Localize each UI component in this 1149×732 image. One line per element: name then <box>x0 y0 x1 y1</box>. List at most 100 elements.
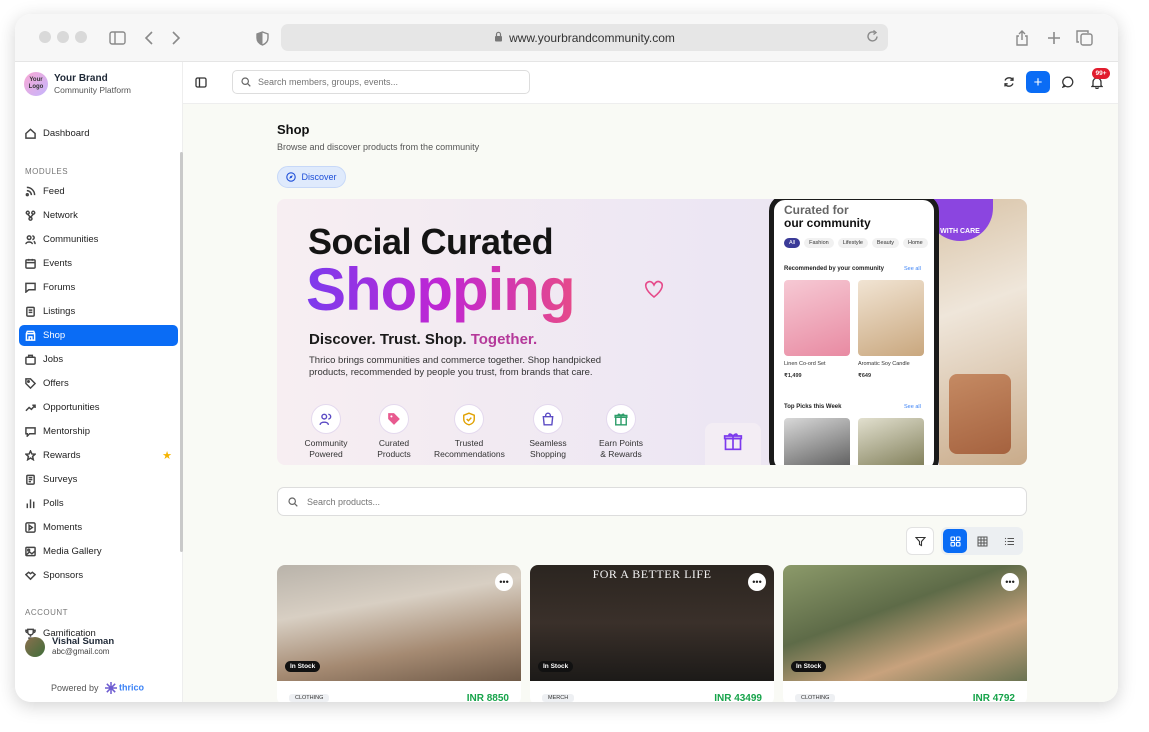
tag-icon <box>25 378 36 389</box>
product-image-caption: FOR A BETTER LIFE <box>592 567 712 581</box>
category-chip: CLOTHING <box>795 694 836 702</box>
list-icon <box>1004 536 1015 547</box>
user-profile[interactable]: Vishal Suman abc@gmail.com <box>25 636 114 657</box>
search-icon <box>288 496 298 507</box>
modules-header: MODULES <box>25 167 69 176</box>
trending-up-icon <box>25 404 36 412</box>
more-options-button[interactable]: ••• <box>748 573 766 591</box>
table-view-button[interactable] <box>970 529 994 553</box>
product-card[interactable]: ••• In Stock CLOTHING INR 8850 <box>277 565 521 702</box>
handshake-icon <box>25 571 36 581</box>
page-subtitle: Browse and discover products from the co… <box>277 142 480 152</box>
privacy-shield-icon[interactable] <box>252 28 272 48</box>
refresh-icon[interactable] <box>1001 74 1017 90</box>
tag-icon <box>379 404 409 434</box>
feature-trusted-recommendations: Trusted Recommendations <box>434 404 505 460</box>
ellipsis-icon: ••• <box>1005 577 1015 587</box>
sidebar-item-media-gallery[interactable]: Media Gallery <box>19 541 178 562</box>
sidebar-item-moments[interactable]: Moments <box>19 517 178 538</box>
banner-description: Thrico brings communities and commerce t… <box>309 355 602 378</box>
brand[interactable]: Your Logo Your Brand Community Platform <box>24 72 131 96</box>
back-icon[interactable] <box>139 28 159 48</box>
discover-tab[interactable]: Discover <box>277 166 346 188</box>
sidebar-item-shop[interactable]: Shop <box>19 325 178 346</box>
chat-icon[interactable] <box>1060 74 1076 90</box>
product-image-candle <box>858 280 924 356</box>
sidebar-item-offers[interactable]: Offers <box>19 373 178 394</box>
product-search[interactable] <box>277 487 1027 516</box>
sidebar-item-listings[interactable]: Listings <box>19 301 178 322</box>
panel-toggle-icon[interactable] <box>193 74 209 90</box>
sidebar-item-mentorship[interactable]: Mentorship <box>19 421 178 442</box>
ellipsis-icon: ••• <box>752 577 762 587</box>
users-icon <box>25 235 36 245</box>
window-maximize-button[interactable] <box>75 31 87 43</box>
sidebar-item-communities[interactable]: Communities <box>19 229 178 250</box>
search-icon <box>241 77 251 87</box>
more-options-button[interactable]: ••• <box>495 573 513 591</box>
sidebar-item-events[interactable]: Events <box>19 253 178 274</box>
list-view-button[interactable] <box>997 529 1021 553</box>
star-outline-icon <box>25 450 36 461</box>
app-header: + 99+ <box>183 62 1118 104</box>
forward-icon[interactable] <box>166 28 186 48</box>
heart-doodle-icon <box>641 275 667 306</box>
product-price: INR 43499 <box>714 693 762 702</box>
thrico-logo: thrico <box>104 682 144 694</box>
user-email: abc@gmail.com <box>52 647 110 656</box>
address-bar[interactable]: www.yourbrandcommunity.com <box>281 24 888 51</box>
sidebar-item-rewards[interactable]: Rewards ★ <box>19 445 178 466</box>
store-icon <box>25 330 36 341</box>
page-title: Shop <box>277 122 310 137</box>
global-search-input[interactable] <box>258 77 518 87</box>
window-minimize-button[interactable] <box>57 31 69 43</box>
sidebar-item-sponsors[interactable]: Sponsors <box>19 565 178 586</box>
tabs-overview-icon[interactable] <box>1074 28 1094 48</box>
grid-view-button[interactable] <box>943 529 967 553</box>
sidebar-item-opportunities[interactable]: Opportunities <box>19 397 178 418</box>
browser-toolbar: www.yourbrandcommunity.com <box>15 14 1118 62</box>
sidebar-item-forums[interactable]: Forums <box>19 277 178 298</box>
product-search-input[interactable] <box>307 496 972 507</box>
lock-icon <box>494 31 503 45</box>
sidebar-item-surveys[interactable]: Surveys <box>19 469 178 490</box>
shopping-bag-icon <box>533 404 563 434</box>
sidebar-item-jobs[interactable]: Jobs <box>19 349 178 370</box>
feature-seamless-shopping: Seamless Shopping <box>513 404 583 460</box>
message-icon <box>25 427 36 437</box>
promo-banner[interactable]: Social Curated Shopping Discover. Trust.… <box>277 199 1027 465</box>
sidebar-item-feed[interactable]: Feed <box>19 181 178 202</box>
clipboard-icon <box>26 306 35 317</box>
main-content: Shop Browse and discover products from t… <box>183 104 1118 702</box>
new-tab-icon[interactable] <box>1044 28 1064 48</box>
global-search[interactable] <box>232 70 530 94</box>
brand-name: Your Brand <box>54 72 108 84</box>
sidebar-item-network[interactable]: Network <box>19 205 178 226</box>
powered-by[interactable]: Powered by thrico <box>51 682 144 694</box>
product-card[interactable]: ••• In Stock CLOTHING INR 4792 <box>783 565 1027 702</box>
brand-subtitle: Community Platform <box>54 84 131 95</box>
share-icon[interactable] <box>1012 28 1032 48</box>
gift-card-icon <box>705 423 761 465</box>
bar-chart-icon <box>26 499 35 509</box>
product-price: INR 8850 <box>466 693 509 702</box>
product-card[interactable]: FOR A BETTER LIFE ••• In Stock MERCH INR… <box>530 565 774 702</box>
shield-check-icon <box>454 404 484 434</box>
sidebar-item-dashboard[interactable]: Dashboard <box>19 123 178 144</box>
sidebar-toggle-icon[interactable] <box>107 28 127 48</box>
sidebar-item-polls[interactable]: Polls <box>19 493 178 514</box>
home-icon <box>25 128 36 139</box>
stock-badge: In Stock <box>791 661 827 672</box>
table-grid-icon <box>977 536 988 547</box>
account-header: ACCOUNT <box>25 608 69 617</box>
create-button[interactable]: + <box>1026 71 1050 93</box>
product-image-coord-set <box>784 280 850 356</box>
reload-icon[interactable] <box>865 29 880 47</box>
stock-badge: In Stock <box>538 661 574 672</box>
more-options-button[interactable]: ••• <box>1001 573 1019 591</box>
filter-button[interactable] <box>906 527 934 555</box>
avatar <box>25 636 45 657</box>
stock-badge: In Stock <box>285 661 321 672</box>
window-close-button[interactable] <box>39 31 51 43</box>
browser-window: www.yourbrandcommunity.com Your Logo You… <box>15 14 1118 702</box>
